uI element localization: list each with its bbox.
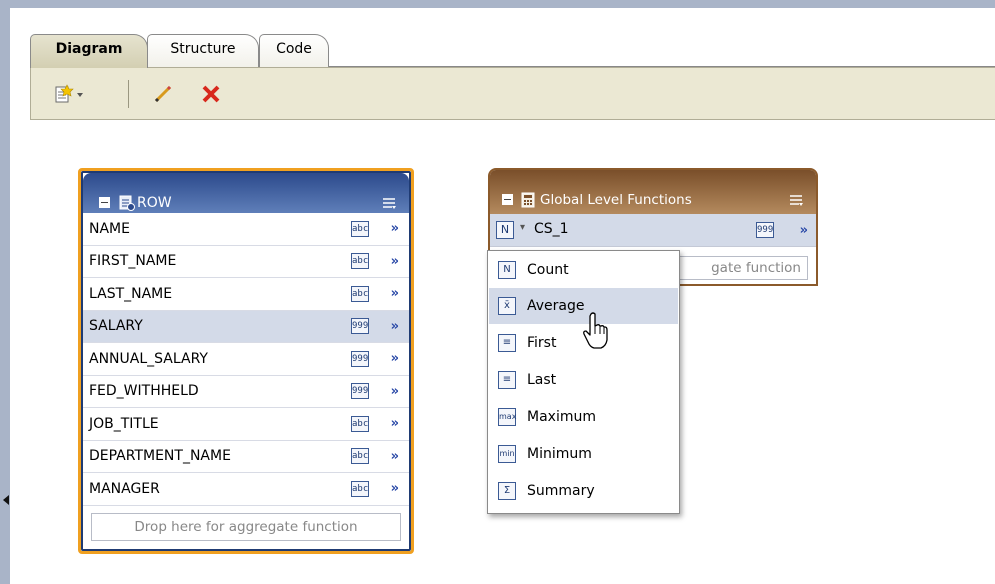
glf-panel-title: Global Level Functions: [540, 192, 692, 208]
edit-button[interactable]: [151, 81, 175, 107]
diagram-toolbar: [30, 67, 995, 120]
panel-menu-icon[interactable]: [788, 192, 804, 208]
expand-chevron-icon[interactable]: »: [391, 351, 399, 366]
expand-chevron-icon[interactable]: »: [800, 223, 808, 238]
hand-cursor-icon: [583, 312, 608, 349]
panel-menu-icon[interactable]: [381, 195, 397, 211]
column-row[interactable]: FIRST_NAME abc »: [83, 245, 409, 278]
column-row[interactable]: LAST_NAME abc »: [83, 278, 409, 311]
expand-chevron-icon[interactable]: »: [391, 481, 399, 496]
column-name: JOB_TITLE: [89, 415, 159, 432]
column-name: NAME: [89, 220, 130, 237]
sigma-icon: Σ: [498, 482, 516, 500]
tab-structure[interactable]: Structure: [147, 34, 259, 67]
window-top-border: [0, 0, 995, 8]
column-name: ANNUAL_SALARY: [89, 350, 208, 367]
expand-chevron-icon[interactable]: »: [391, 221, 399, 236]
tab-code[interactable]: Code: [259, 34, 329, 67]
delete-button[interactable]: [199, 81, 223, 107]
menu-item-minimum[interactable]: min Minimum: [489, 436, 678, 472]
function-row-cs1[interactable]: N ▾ CS_1 999 »: [490, 214, 816, 247]
row-entity-panel[interactable]: ROW NAME abc » FIRST_NAME abc » LAST_NAM…: [78, 168, 414, 554]
column-row[interactable]: JOB_TITLE abc »: [83, 408, 409, 441]
editor-tabbar: Diagram Structure Code: [30, 34, 995, 68]
max-icon: max: [498, 408, 516, 426]
column-name: DEPARTMENT_NAME: [89, 448, 231, 465]
column-row-selected[interactable]: SALARY 999 »: [83, 310, 409, 343]
splitter-collapse-arrow[interactable]: [3, 495, 9, 505]
expand-chevron-icon[interactable]: »: [391, 384, 399, 399]
menu-item-last[interactable]: ≡ Last: [489, 362, 678, 398]
column-list: NAME abc » FIRST_NAME abc » LAST_NAME ab…: [83, 213, 409, 506]
average-icon: x̄: [498, 297, 516, 315]
column-name: FIRST_NAME: [89, 253, 177, 270]
text-type-icon: abc: [351, 415, 369, 432]
toolbar-separator: [128, 80, 129, 108]
column-row[interactable]: MANAGER abc »: [83, 473, 409, 506]
menu-item-summary[interactable]: Σ Summary: [489, 473, 678, 509]
expand-chevron-icon[interactable]: »: [391, 286, 399, 301]
aggregate-function-menu: N Count x̄ Average ≡ First ≡ Last max Ma…: [487, 250, 680, 514]
aggregate-drop-zone[interactable]: Drop here for aggregate function: [91, 513, 401, 541]
count-icon: N: [498, 261, 516, 279]
column-name: LAST_NAME: [89, 285, 173, 302]
text-type-icon: abc: [351, 285, 369, 302]
collapse-icon[interactable]: [99, 197, 110, 208]
column-row[interactable]: DEPARTMENT_NAME abc »: [83, 440, 409, 473]
min-icon: min: [498, 445, 516, 463]
column-name: MANAGER: [89, 480, 160, 497]
delete-x-icon: [202, 85, 220, 103]
column-row[interactable]: FED_WITHHELD 999 »: [83, 375, 409, 408]
row-panel-title: ROW: [137, 195, 172, 211]
column-row[interactable]: NAME abc »: [83, 213, 409, 246]
last-icon: ≡: [498, 371, 516, 389]
numeric-type-icon: 999: [351, 383, 369, 400]
function-type-button[interactable]: N: [496, 221, 514, 239]
row-entity-icon: [119, 195, 135, 211]
function-name: CS_1: [534, 221, 569, 237]
text-type-icon: abc: [351, 253, 369, 270]
expand-chevron-icon[interactable]: »: [391, 254, 399, 269]
calculator-icon: [521, 192, 535, 208]
column-row[interactable]: ANNUAL_SALARY 999 »: [83, 343, 409, 376]
numeric-type-icon: 999: [351, 350, 369, 367]
expand-chevron-icon[interactable]: »: [391, 449, 399, 464]
glf-panel-header[interactable]: Global Level Functions: [490, 170, 816, 214]
collapse-icon[interactable]: [502, 194, 513, 205]
numeric-type-icon: 999: [756, 222, 774, 238]
new-element-button[interactable]: [51, 81, 87, 107]
expand-chevron-icon[interactable]: »: [391, 416, 399, 431]
first-icon: ≡: [498, 334, 516, 352]
column-name: FED_WITHHELD: [89, 383, 199, 400]
row-panel-header[interactable]: ROW: [83, 173, 409, 213]
pencil-icon: [154, 85, 172, 103]
tab-diagram[interactable]: Diagram: [30, 34, 148, 68]
dropdown-caret-icon[interactable]: ▾: [520, 222, 525, 233]
text-type-icon: abc: [351, 220, 369, 237]
menu-item-maximum[interactable]: max Maximum: [489, 399, 678, 435]
new-element-icon: [55, 84, 83, 103]
text-type-icon: abc: [351, 448, 369, 465]
numeric-type-icon: 999: [351, 318, 369, 335]
column-name: SALARY: [89, 318, 143, 335]
expand-chevron-icon[interactable]: »: [391, 319, 399, 334]
text-type-icon: abc: [351, 480, 369, 497]
menu-item-count[interactable]: N Count: [489, 252, 678, 288]
